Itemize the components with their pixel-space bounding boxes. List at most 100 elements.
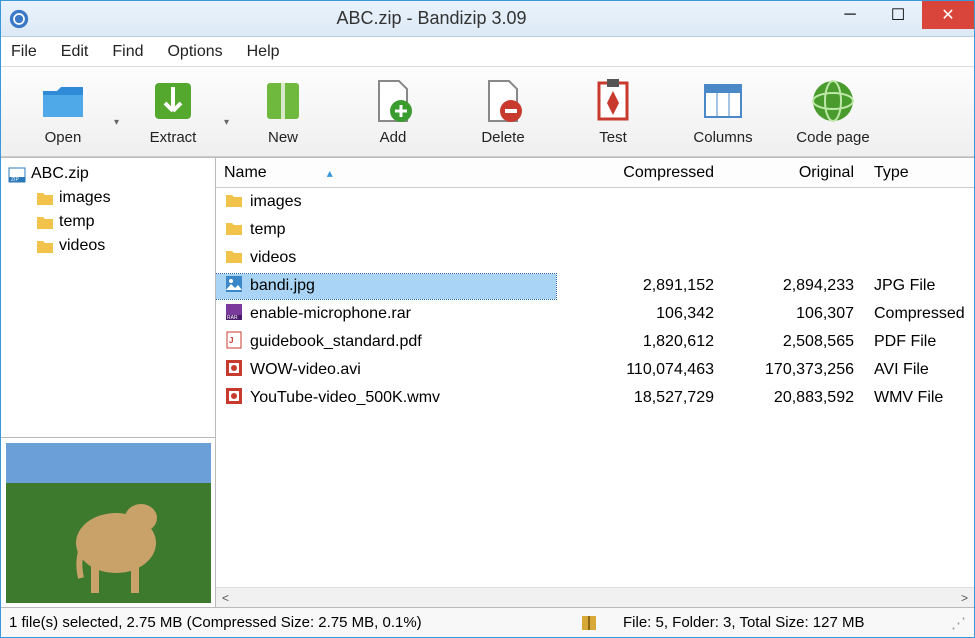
dropdown-icon[interactable]: ▾	[224, 117, 229, 128]
folder-open-icon	[39, 77, 87, 125]
file-name: videos	[250, 249, 296, 267]
pdf-icon: J	[224, 330, 244, 355]
file-name: WOW-video.avi	[250, 361, 361, 379]
file-type: PDF File	[866, 333, 974, 351]
file-type: Compressed	[866, 305, 974, 323]
col-name[interactable]: Name▴	[216, 164, 556, 182]
svg-text:RAR: RAR	[227, 315, 238, 321]
horizontal-scrollbar[interactable]: < >	[216, 587, 974, 607]
sort-asc-icon: ▴	[327, 166, 333, 180]
video-icon	[224, 358, 244, 383]
tree-child[interactable]: images	[7, 186, 209, 210]
new-button[interactable]: New	[233, 77, 333, 146]
file-original: 2,894,233	[726, 277, 866, 295]
toolbar: Open ▾ Extract ▾ New Add Delete	[1, 67, 974, 157]
menu-edit[interactable]: Edit	[61, 43, 89, 61]
file-list-pane: Name▴ Compressed Original Type images tem…	[216, 158, 974, 607]
preview-image	[6, 443, 211, 603]
new-archive-icon	[259, 77, 307, 125]
add-button[interactable]: Add	[343, 77, 443, 146]
file-original: 20,883,592	[726, 389, 866, 407]
close-button[interactable]: ✕	[922, 1, 974, 29]
tree-root[interactable]: ZIP ABC.zip	[7, 162, 209, 186]
file-row[interactable]: temp	[216, 216, 974, 244]
file-name: temp	[250, 221, 286, 239]
open-button[interactable]: Open ▾	[13, 77, 113, 146]
file-type: AVI File	[866, 361, 974, 379]
file-compressed: 1,820,612	[556, 333, 726, 351]
rar-icon: RAR	[224, 302, 244, 327]
tree-child[interactable]: temp	[7, 210, 209, 234]
file-original: 106,307	[726, 305, 866, 323]
zip-icon: ZIP	[7, 164, 27, 184]
col-original[interactable]: Original	[726, 164, 866, 182]
file-row[interactable]: WOW-video.avi 110,074,463170,373,256AVI F…	[216, 356, 974, 384]
test-icon	[589, 77, 637, 125]
column-headers: Name▴ Compressed Original Type	[216, 158, 974, 188]
col-compressed[interactable]: Compressed	[556, 164, 726, 182]
file-original: 2,508,565	[726, 333, 866, 351]
status-archive-icon	[577, 613, 601, 633]
content-area: ZIP ABC.zip images temp videos	[1, 157, 974, 607]
preview-pane	[1, 437, 215, 607]
scroll-right-icon[interactable]: >	[961, 591, 968, 605]
statusbar: 1 file(s) selected, 2.75 MB (Compressed …	[1, 607, 974, 637]
file-row[interactable]: bandi.jpg2,891,1522,894,233JPG File	[216, 272, 974, 300]
dropdown-icon[interactable]: ▾	[114, 117, 119, 128]
folder-icon	[35, 212, 55, 232]
delete-icon	[479, 77, 527, 125]
file-name: bandi.jpg	[250, 277, 315, 295]
scroll-left-icon[interactable]: <	[222, 591, 229, 605]
file-compressed: 110,074,463	[556, 361, 726, 379]
resize-grip[interactable]: ⋰	[948, 614, 966, 632]
file-name: guidebook_standard.pdf	[250, 333, 422, 351]
app-window: ABC.zip - Bandizip 3.09 ─ ☐ ✕ File Edit …	[0, 0, 975, 638]
window-controls: ─ ☐ ✕	[826, 1, 974, 36]
columns-icon	[699, 77, 747, 125]
svg-text:ZIP: ZIP	[11, 177, 19, 183]
file-row[interactable]: images	[216, 188, 974, 216]
file-row[interactable]: YouTube-video_500K.wmv 18,527,72920,883,5…	[216, 384, 974, 412]
add-icon	[369, 77, 417, 125]
status-summary: File: 5, Folder: 3, Total Size: 127 MB	[609, 614, 940, 631]
file-compressed: 106,342	[556, 305, 726, 323]
file-compressed: 18,527,729	[556, 389, 726, 407]
file-row[interactable]: RAR enable-microphone.rar 106,342106,307Co…	[216, 300, 974, 328]
delete-button[interactable]: Delete	[453, 77, 553, 146]
menu-options[interactable]: Options	[167, 43, 222, 61]
svg-text:J: J	[229, 336, 233, 345]
folder-icon	[35, 236, 55, 256]
test-button[interactable]: Test	[563, 77, 663, 146]
globe-icon	[809, 77, 857, 125]
jpg-icon	[224, 274, 244, 299]
col-type[interactable]: Type	[866, 164, 974, 182]
file-name: YouTube-video_500K.wmv	[250, 389, 440, 407]
file-rows[interactable]: images temp videos bandi.jpg 2,891,1522,894,…	[216, 188, 974, 587]
folder-icon	[224, 246, 244, 271]
left-pane: ZIP ABC.zip images temp videos	[1, 158, 216, 607]
menu-file[interactable]: File	[11, 43, 37, 61]
codepage-button[interactable]: Code page	[783, 77, 883, 146]
file-type: WMV File	[866, 389, 974, 407]
file-row[interactable]: Jguidebook_standard.pdf 1,820,6122,508,56…	[216, 328, 974, 356]
minimize-button[interactable]: ─	[826, 1, 874, 29]
titlebar: ABC.zip - Bandizip 3.09 ─ ☐ ✕	[1, 1, 974, 37]
maximize-button[interactable]: ☐	[874, 1, 922, 29]
file-original: 170,373,256	[726, 361, 866, 379]
file-row[interactable]: videos	[216, 244, 974, 272]
folder-icon	[224, 190, 244, 215]
tree-view[interactable]: ZIP ABC.zip images temp videos	[1, 158, 215, 437]
extract-icon	[149, 77, 197, 125]
tree-child[interactable]: videos	[7, 234, 209, 258]
window-title: ABC.zip - Bandizip 3.09	[37, 8, 826, 29]
menu-help[interactable]: Help	[247, 43, 280, 61]
menu-find[interactable]: Find	[112, 43, 143, 61]
app-icon	[9, 9, 29, 29]
folder-icon	[35, 188, 55, 208]
status-selection: 1 file(s) selected, 2.75 MB (Compressed …	[9, 614, 569, 631]
folder-icon	[224, 218, 244, 243]
columns-button[interactable]: Columns	[673, 77, 773, 146]
file-compressed: 2,891,152	[556, 277, 726, 295]
extract-button[interactable]: Extract ▾	[123, 77, 223, 146]
file-name: enable-microphone.rar	[250, 305, 411, 323]
